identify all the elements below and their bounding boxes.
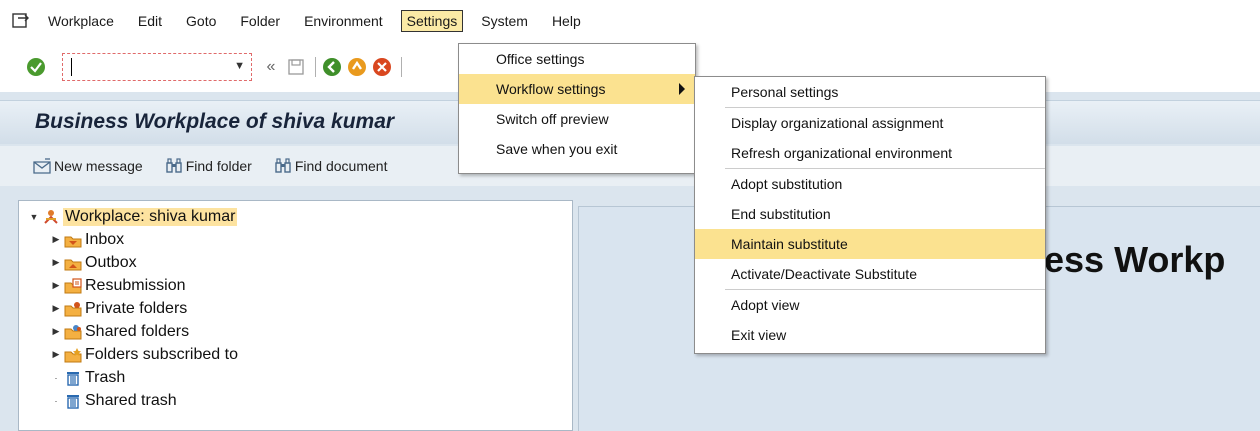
tree-item-resubmission[interactable]: ▶ Resubmission <box>19 274 572 297</box>
tree-item-folders-subscribed[interactable]: ▶ Folders subscribed to <box>19 343 572 366</box>
menu-item-office-settings[interactable]: Office settings <box>459 44 695 74</box>
menu-item-save-when-exit[interactable]: Save when you exit <box>459 134 695 164</box>
menu-item-label: Adopt substitution <box>731 176 843 192</box>
exit-icon[interactable] <box>346 56 368 78</box>
tree-item-label: Folders subscribed to <box>85 345 238 363</box>
expand-arrow-icon[interactable]: ▶ <box>49 280 63 291</box>
menu-item-maintain-substitute[interactable]: Maintain substitute <box>695 229 1045 259</box>
resubmission-icon <box>63 277 83 295</box>
collapse-arrow-icon[interactable]: ▼ <box>27 212 41 222</box>
find-document-label: Find document <box>294 158 388 174</box>
toolbar-separator <box>401 57 402 77</box>
tree-item-shared-trash[interactable]: · Shared trash <box>19 389 572 412</box>
enter-check-icon[interactable] <box>25 56 47 78</box>
menu-item-label: Switch off preview <box>496 111 609 127</box>
menu-item-label: Exit view <box>731 327 787 343</box>
folder-tree: ▼ Workplace: shiva kumar ▶ Inbox ▶ Outbo… <box>18 200 573 431</box>
tree-item-label: Shared trash <box>85 391 177 409</box>
menu-item-label: End substitution <box>731 206 831 222</box>
menu-item-label: Display organizational assignment <box>731 115 944 131</box>
double-chevron-left-icon[interactable]: « <box>260 56 282 78</box>
back-icon[interactable] <box>321 56 343 78</box>
tree-item-private-folders[interactable]: ▶ Private folders <box>19 297 572 320</box>
menu-edit[interactable]: Edit <box>132 10 168 32</box>
expand-arrow-icon[interactable]: ▶ <box>49 349 63 360</box>
menu-item-workflow-settings[interactable]: Workflow settings <box>459 74 695 104</box>
menu-folder[interactable]: Folder <box>234 10 286 32</box>
menu-item-display-org-assignment[interactable]: Display organizational assignment <box>695 108 1045 138</box>
expand-arrow-icon[interactable]: ▶ <box>49 303 63 314</box>
submenu-arrow-icon <box>679 83 685 95</box>
menu-item-label: Maintain substitute <box>731 236 848 252</box>
page-title: Business Workplace of shiva kumar <box>35 110 395 133</box>
trash-icon <box>63 369 83 387</box>
command-field[interactable]: ▼ <box>62 53 252 81</box>
tree-item-label: Outbox <box>85 253 137 271</box>
new-message-icon <box>33 158 51 174</box>
tree-item-inbox[interactable]: ▶ Inbox <box>19 228 572 251</box>
workplace-icon <box>41 208 61 226</box>
exit-menu-icon[interactable] <box>10 11 32 31</box>
find-folder-button[interactable]: Find folder <box>165 158 252 174</box>
tree-root-workplace[interactable]: ▼ Workplace: shiva kumar <box>19 205 572 228</box>
expand-arrow-icon[interactable]: ▶ <box>49 234 63 245</box>
tree-item-trash[interactable]: · Trash <box>19 366 572 389</box>
shared-folder-icon <box>63 323 83 341</box>
menu-bar: Workplace Edit Goto Folder Environment S… <box>0 0 1260 42</box>
welcome-heading: ess Workp <box>1044 239 1226 280</box>
cancel-icon[interactable] <box>371 56 393 78</box>
toolbar-separator <box>315 57 316 77</box>
menu-item-label: Adopt view <box>731 297 800 313</box>
menu-item-label: Office settings <box>496 51 585 67</box>
menu-item-adopt-view[interactable]: Adopt view <box>695 290 1045 320</box>
menu-item-adopt-substitution[interactable]: Adopt substitution <box>695 169 1045 199</box>
menu-item-activate-deactivate-substitute[interactable]: Activate/Deactivate Substitute <box>695 259 1045 289</box>
tree-item-shared-folders[interactable]: ▶ Shared folders <box>19 320 572 343</box>
menu-item-personal-settings[interactable]: Personal settings <box>695 77 1045 107</box>
tree-item-label: Shared folders <box>85 322 190 340</box>
tree-item-label: Resubmission <box>85 276 186 294</box>
inbox-icon <box>63 231 83 249</box>
tree-item-outbox[interactable]: ▶ Outbox <box>19 251 572 274</box>
outbox-icon <box>63 254 83 272</box>
chevron-down-icon[interactable]: ▼ <box>234 60 245 72</box>
menu-help[interactable]: Help <box>546 10 587 32</box>
expand-arrow-icon[interactable]: ▶ <box>49 326 63 337</box>
new-message-label: New message <box>54 158 143 174</box>
subscribed-folder-icon <box>63 346 83 364</box>
tree-item-label: Private folders <box>85 299 188 317</box>
binoculars-icon <box>275 158 291 173</box>
menu-item-label: Save when you exit <box>496 141 618 157</box>
expand-arrow-icon[interactable]: ▶ <box>49 257 63 268</box>
find-folder-label: Find folder <box>185 158 252 174</box>
menu-item-label: Refresh organizational environment <box>731 145 953 161</box>
leaf-dot-icon: · <box>54 395 58 406</box>
workflow-settings-submenu: Personal settings Display organizational… <box>694 76 1046 354</box>
leaf-dot-icon: · <box>54 372 58 383</box>
settings-menu: Office settings Workflow settings Switch… <box>458 43 696 174</box>
menu-item-label: Workflow settings <box>496 81 606 97</box>
new-message-button[interactable]: New message <box>33 158 143 174</box>
menu-goto[interactable]: Goto <box>180 10 222 32</box>
menu-system[interactable]: System <box>475 10 534 32</box>
menu-item-label: Personal settings <box>731 84 839 100</box>
command-field-caret <box>71 58 72 76</box>
tree-item-label: Inbox <box>85 230 125 248</box>
find-document-button[interactable]: Find document <box>274 158 388 174</box>
menu-environment[interactable]: Environment <box>298 10 389 32</box>
menu-settings[interactable]: Settings <box>400 10 464 32</box>
menu-item-switch-off-preview[interactable]: Switch off preview <box>459 104 695 134</box>
menu-item-end-substitution[interactable]: End substitution <box>695 199 1045 229</box>
tree-item-label: Trash <box>85 368 126 386</box>
menu-item-refresh-org-environment[interactable]: Refresh organizational environment <box>695 138 1045 168</box>
menu-item-exit-view[interactable]: Exit view <box>695 320 1045 350</box>
private-folder-icon <box>63 300 83 318</box>
save-icon[interactable] <box>285 56 307 78</box>
trash-icon <box>63 392 83 410</box>
menu-workplace[interactable]: Workplace <box>42 10 120 32</box>
tree-root-label: Workplace: shiva kumar <box>63 207 238 226</box>
binoculars-icon <box>166 158 182 173</box>
menu-item-label: Activate/Deactivate Substitute <box>731 266 917 282</box>
